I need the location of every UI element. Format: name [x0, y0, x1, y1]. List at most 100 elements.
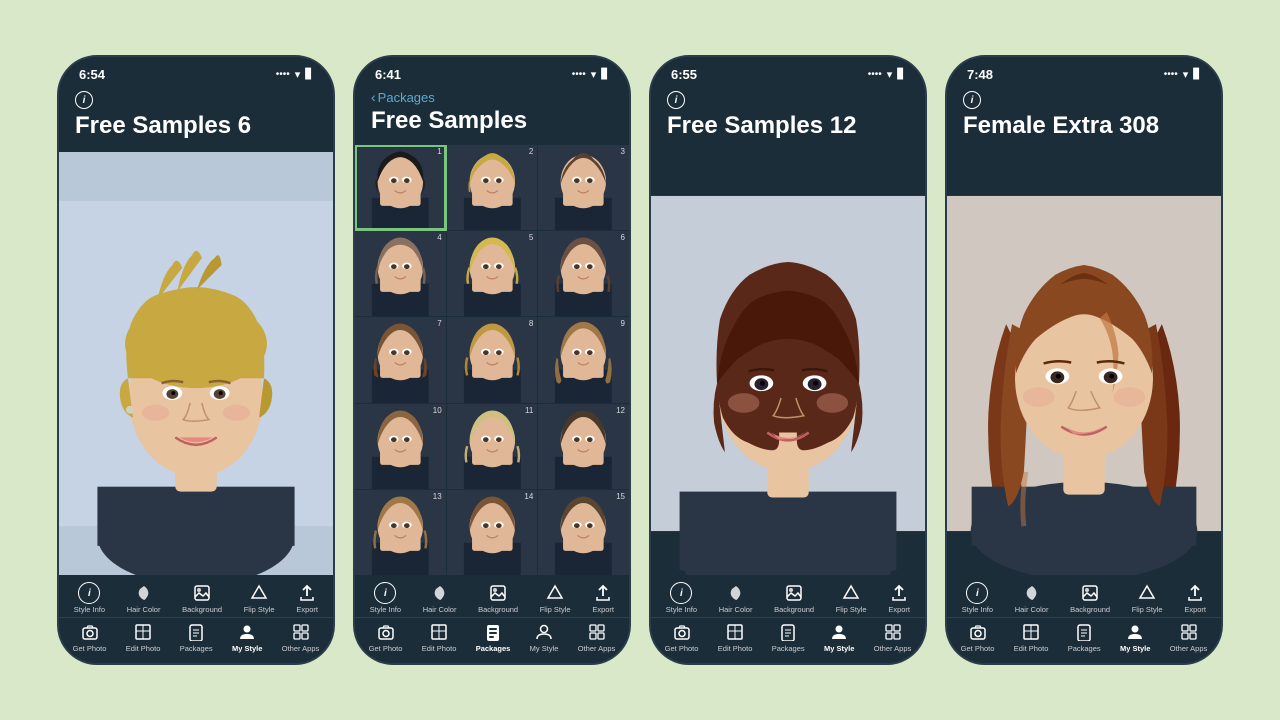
- status-icons-1: •••• ▾ ▊: [276, 68, 313, 81]
- flip-style-label-1: Flip Style: [244, 605, 275, 614]
- get-photo-btn-1[interactable]: Get Photo: [73, 621, 107, 653]
- get-photo-icon-4: [967, 621, 989, 643]
- info-icon-1[interactable]: i: [75, 91, 93, 109]
- my-style-btn-4[interactable]: My Style: [1120, 621, 1150, 653]
- export-btn-4[interactable]: Export: [1184, 582, 1206, 614]
- grid-cell-1[interactable]: 1: [355, 145, 446, 230]
- hair-color-btn-2[interactable]: Hair Color: [423, 582, 457, 614]
- get-photo-btn-2[interactable]: Get Photo: [369, 621, 403, 653]
- background-btn-2[interactable]: Background: [478, 582, 518, 614]
- style-info-btn-4[interactable]: i Style Info: [962, 582, 993, 614]
- grid-cell-13[interactable]: 13: [355, 490, 446, 575]
- cell-num-15: 15: [616, 492, 625, 501]
- background-icon-3: [783, 582, 805, 604]
- cell-num-2: 2: [529, 147, 533, 156]
- header-3: i Free Samples 12: [651, 87, 925, 152]
- other-apps-icon-3: [882, 621, 904, 643]
- signal-icon-3: ••••: [868, 69, 882, 80]
- export-label-2: Export: [592, 605, 614, 614]
- time-4: 7:48: [967, 67, 993, 82]
- background-label-2: Background: [478, 605, 518, 614]
- grid-cell-7[interactable]: 7: [355, 317, 446, 402]
- phone-3: 6:55 •••• ▾ ▊ i Free Samples 12: [649, 55, 927, 665]
- packages-btn-4[interactable]: Packages: [1068, 621, 1101, 653]
- style-info-icon-1: i: [78, 582, 100, 604]
- grid-cell-9[interactable]: 9: [538, 317, 629, 402]
- background-btn-3[interactable]: Background: [774, 582, 814, 614]
- style-info-btn-2[interactable]: i Style Info: [370, 582, 401, 614]
- grid-cell-4[interactable]: 4: [355, 231, 446, 316]
- style-info-btn-1[interactable]: i Style Info: [74, 582, 105, 614]
- info-icon-4[interactable]: i: [963, 91, 981, 109]
- hair-color-btn-1[interactable]: Hair Color: [127, 582, 161, 614]
- export-label-1: Export: [296, 605, 318, 614]
- edit-photo-label-4: Edit Photo: [1014, 644, 1049, 653]
- hair-color-btn-3[interactable]: Hair Color: [719, 582, 753, 614]
- edit-photo-btn-1[interactable]: Edit Photo: [126, 621, 161, 653]
- background-label-4: Background: [1070, 605, 1110, 614]
- packages-btn-3[interactable]: Packages: [772, 621, 805, 653]
- my-style-icon-4: [1124, 621, 1146, 643]
- style-info-icon-3: i: [670, 582, 692, 604]
- get-photo-btn-3[interactable]: Get Photo: [665, 621, 699, 653]
- my-style-btn-3[interactable]: My Style: [824, 621, 854, 653]
- header-2: ‹ Packages Free Samples: [355, 87, 629, 145]
- my-style-btn-2[interactable]: My Style: [530, 621, 559, 653]
- flip-style-btn-2[interactable]: Flip Style: [540, 582, 571, 614]
- other-apps-btn-3[interactable]: Other Apps: [874, 621, 912, 653]
- cell-num-12: 12: [616, 406, 625, 415]
- get-photo-btn-4[interactable]: Get Photo: [961, 621, 995, 653]
- other-apps-btn-4[interactable]: Other Apps: [1170, 621, 1208, 653]
- export-btn-2[interactable]: Export: [592, 582, 614, 614]
- grid-cell-15[interactable]: 15: [538, 490, 629, 575]
- edit-photo-icon-2: [428, 621, 450, 643]
- my-style-btn-1[interactable]: My Style: [232, 621, 262, 653]
- background-btn-1[interactable]: Background: [182, 582, 222, 614]
- flip-style-icon-4: [1136, 582, 1158, 604]
- grid-cell-5[interactable]: 5: [447, 231, 538, 316]
- packages-btn-2[interactable]: Packages: [476, 621, 511, 653]
- grid-cell-14[interactable]: 14: [447, 490, 538, 575]
- info-icon-3[interactable]: i: [667, 91, 685, 109]
- flip-style-btn-1[interactable]: Flip Style: [244, 582, 275, 614]
- get-photo-label-4: Get Photo: [961, 644, 995, 653]
- other-apps-btn-2[interactable]: Other Apps: [578, 621, 616, 653]
- get-photo-icon-3: [671, 621, 693, 643]
- grid-cell-3[interactable]: 3: [538, 145, 629, 230]
- edit-photo-btn-4[interactable]: Edit Photo: [1014, 621, 1049, 653]
- edit-photo-btn-3[interactable]: Edit Photo: [718, 621, 753, 653]
- get-photo-label-3: Get Photo: [665, 644, 699, 653]
- style-info-label-3: Style Info: [666, 605, 697, 614]
- portrait-svg-1: [59, 152, 333, 575]
- hair-color-btn-4[interactable]: Hair Color: [1015, 582, 1049, 614]
- page-title-4: Female Extra 308: [963, 112, 1205, 140]
- flip-style-btn-3[interactable]: Flip Style: [836, 582, 867, 614]
- style-info-btn-3[interactable]: i Style Info: [666, 582, 697, 614]
- hair-color-icon-4: [1021, 582, 1043, 604]
- edit-photo-label-2: Edit Photo: [422, 644, 457, 653]
- other-apps-btn-1[interactable]: Other Apps: [282, 621, 320, 653]
- signal-icon-2: ••••: [572, 69, 586, 80]
- edit-photo-btn-2[interactable]: Edit Photo: [422, 621, 457, 653]
- export-btn-1[interactable]: Export: [296, 582, 318, 614]
- other-apps-label-4: Other Apps: [1170, 644, 1208, 653]
- grid-cell-6[interactable]: 6: [538, 231, 629, 316]
- hair-color-icon-2: [429, 582, 451, 604]
- grid-cell-8[interactable]: 8: [447, 317, 538, 402]
- export-btn-3[interactable]: Export: [888, 582, 910, 614]
- background-btn-4[interactable]: Background: [1070, 582, 1110, 614]
- phones-row: 6:54 •••• ▾ ▊ i Free Samples 6: [57, 55, 1223, 665]
- back-link-2[interactable]: ‹ Packages: [371, 89, 613, 105]
- packages-btn-1[interactable]: Packages: [180, 621, 213, 653]
- my-style-icon-3: [828, 621, 850, 643]
- time-3: 6:55: [671, 67, 697, 82]
- flip-style-btn-4[interactable]: Flip Style: [1132, 582, 1163, 614]
- grid-cell-2[interactable]: 2: [447, 145, 538, 230]
- packages-icon-1: [185, 621, 207, 643]
- grid-cell-12[interactable]: 12: [538, 404, 629, 489]
- grid-cell-10[interactable]: 10: [355, 404, 446, 489]
- other-apps-label-1: Other Apps: [282, 644, 320, 653]
- packages-label-3: Packages: [772, 644, 805, 653]
- grid-cell-11[interactable]: 11: [447, 404, 538, 489]
- signal-icon-4: ••••: [1164, 69, 1178, 80]
